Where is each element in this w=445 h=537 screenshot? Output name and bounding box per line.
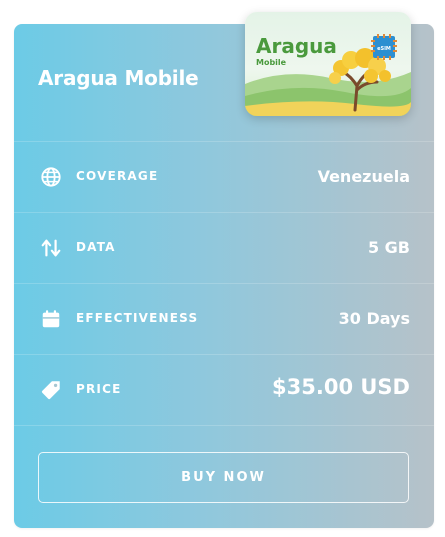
spec-label-data: DATA [76, 240, 116, 254]
spec-row-coverage: COVERAGE Venezuela [14, 141, 434, 213]
spec-label-effectiveness: EFFECTIVENESS [76, 311, 199, 325]
sim-chip-icon: eSIM [371, 34, 397, 60]
esim-product-card: Aragua Mobile eSIM Aragua Mobile COVERAG… [14, 12, 434, 528]
product-title: Aragua Mobile [38, 66, 199, 90]
spec-row-data: DATA 5 GB [14, 212, 434, 284]
spec-row-effectiveness: EFFECTIVENESS 30 Days [14, 283, 434, 355]
svg-text:eSIM: eSIM [377, 46, 391, 52]
spec-label-price: PRICE [76, 382, 122, 396]
sim-brand-name: Aragua [256, 34, 337, 58]
calendar-icon [42, 310, 60, 328]
price-tag-icon [41, 381, 60, 400]
buy-now-button[interactable]: BUY NOW [38, 452, 409, 503]
spec-label-coverage: COVERAGE [76, 169, 159, 183]
spec-value-coverage: Venezuela [317, 167, 410, 186]
sim-card-image: eSIM Aragua Mobile [245, 12, 411, 116]
spec-value-effectiveness: 30 Days [338, 309, 410, 328]
up-down-arrows-icon [41, 239, 61, 257]
spec-value-data: 5 GB [367, 238, 410, 257]
spec-row-price: PRICE $35.00 USD [14, 354, 434, 426]
sim-brand-sub: Mobile [256, 58, 287, 67]
globe-icon [41, 167, 61, 187]
spec-value-price: $35.00 USD [272, 375, 410, 399]
divider [14, 425, 434, 426]
